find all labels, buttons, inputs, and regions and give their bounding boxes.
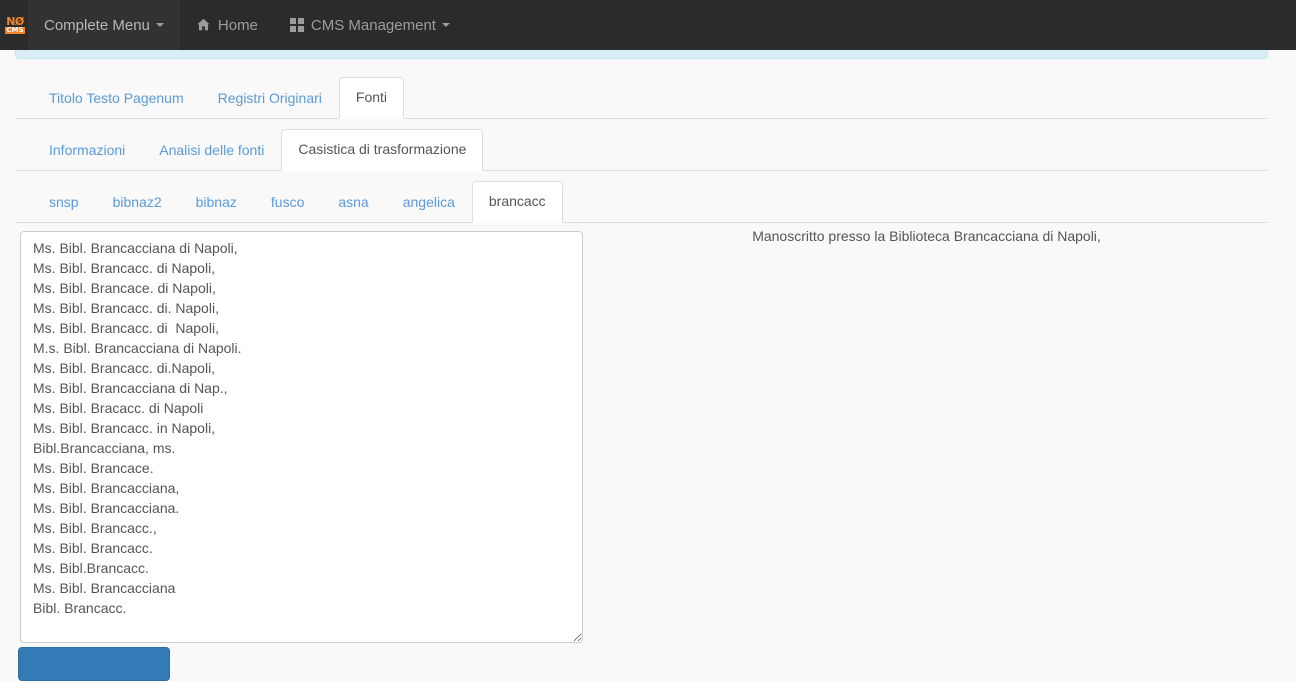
resolved-column: Manoscritto presso la Biblioteca Brancac… (595, 223, 1268, 651)
casistica-textarea[interactable] (20, 231, 583, 643)
tab-fusco[interactable]: fusco (254, 182, 321, 223)
nav-item-cms-management-label: CMS Management (310, 16, 436, 34)
nav-item-complete-menu-label: Complete Menu (44, 16, 150, 34)
nav-item-complete-menu[interactable]: Complete Menu (28, 0, 180, 50)
tab-bibnaz2[interactable]: bibnaz2 (96, 182, 179, 223)
tabs-level-3: snsp bibnaz2 bibnaz fusco asna angelica … (15, 181, 1268, 223)
panel-body: Manoscritto presso la Biblioteca Brancac… (15, 223, 1268, 651)
chevron-down-icon (155, 23, 164, 27)
tab-snsp[interactable]: snsp (32, 182, 96, 223)
grid-icon (289, 18, 304, 32)
top-navbar: NØ CMS Complete Menu Home CMS Management (0, 0, 1296, 50)
tabs-level-1: Titolo Testo Pagenum Registri Originari … (15, 77, 1268, 119)
tab-analisi-delle-fonti[interactable]: Analisi delle fonti (142, 130, 281, 171)
submit-button[interactable] (18, 647, 170, 681)
tab-informazioni[interactable]: Informazioni (32, 130, 142, 171)
chevron-down-icon (441, 23, 450, 27)
info-alert-strip (15, 50, 1268, 59)
brand-logo[interactable]: NØ CMS (0, 0, 28, 50)
nav-item-home-label: Home (217, 16, 258, 34)
tab-angelica[interactable]: angelica (386, 182, 472, 223)
tab-asna[interactable]: asna (321, 182, 385, 223)
tab-titolo-testo-pagenum[interactable]: Titolo Testo Pagenum (32, 78, 201, 119)
nav-item-home[interactable]: Home (180, 0, 274, 50)
nocms-logo-icon: NØ CMS (4, 14, 26, 36)
tab-casistica-di-trasformazione[interactable]: Casistica di trasformazione (281, 129, 484, 171)
nav-item-cms-management[interactable]: CMS Management (274, 0, 466, 50)
tab-brancacc[interactable]: brancacc (471, 181, 563, 223)
resolved-source-label: Manoscritto presso la Biblioteca Brancac… (752, 228, 1101, 244)
tabs-level-2: Informazioni Analisi delle fonti Casisti… (15, 129, 1268, 171)
tab-bibnaz[interactable]: bibnaz (179, 182, 254, 223)
tab-fonti[interactable]: Fonti (338, 77, 405, 119)
logo-bottom-text: CMS (5, 26, 25, 34)
tab-registri-originari[interactable]: Registri Originari (201, 78, 339, 119)
home-icon (196, 18, 211, 32)
cases-column (15, 223, 595, 651)
